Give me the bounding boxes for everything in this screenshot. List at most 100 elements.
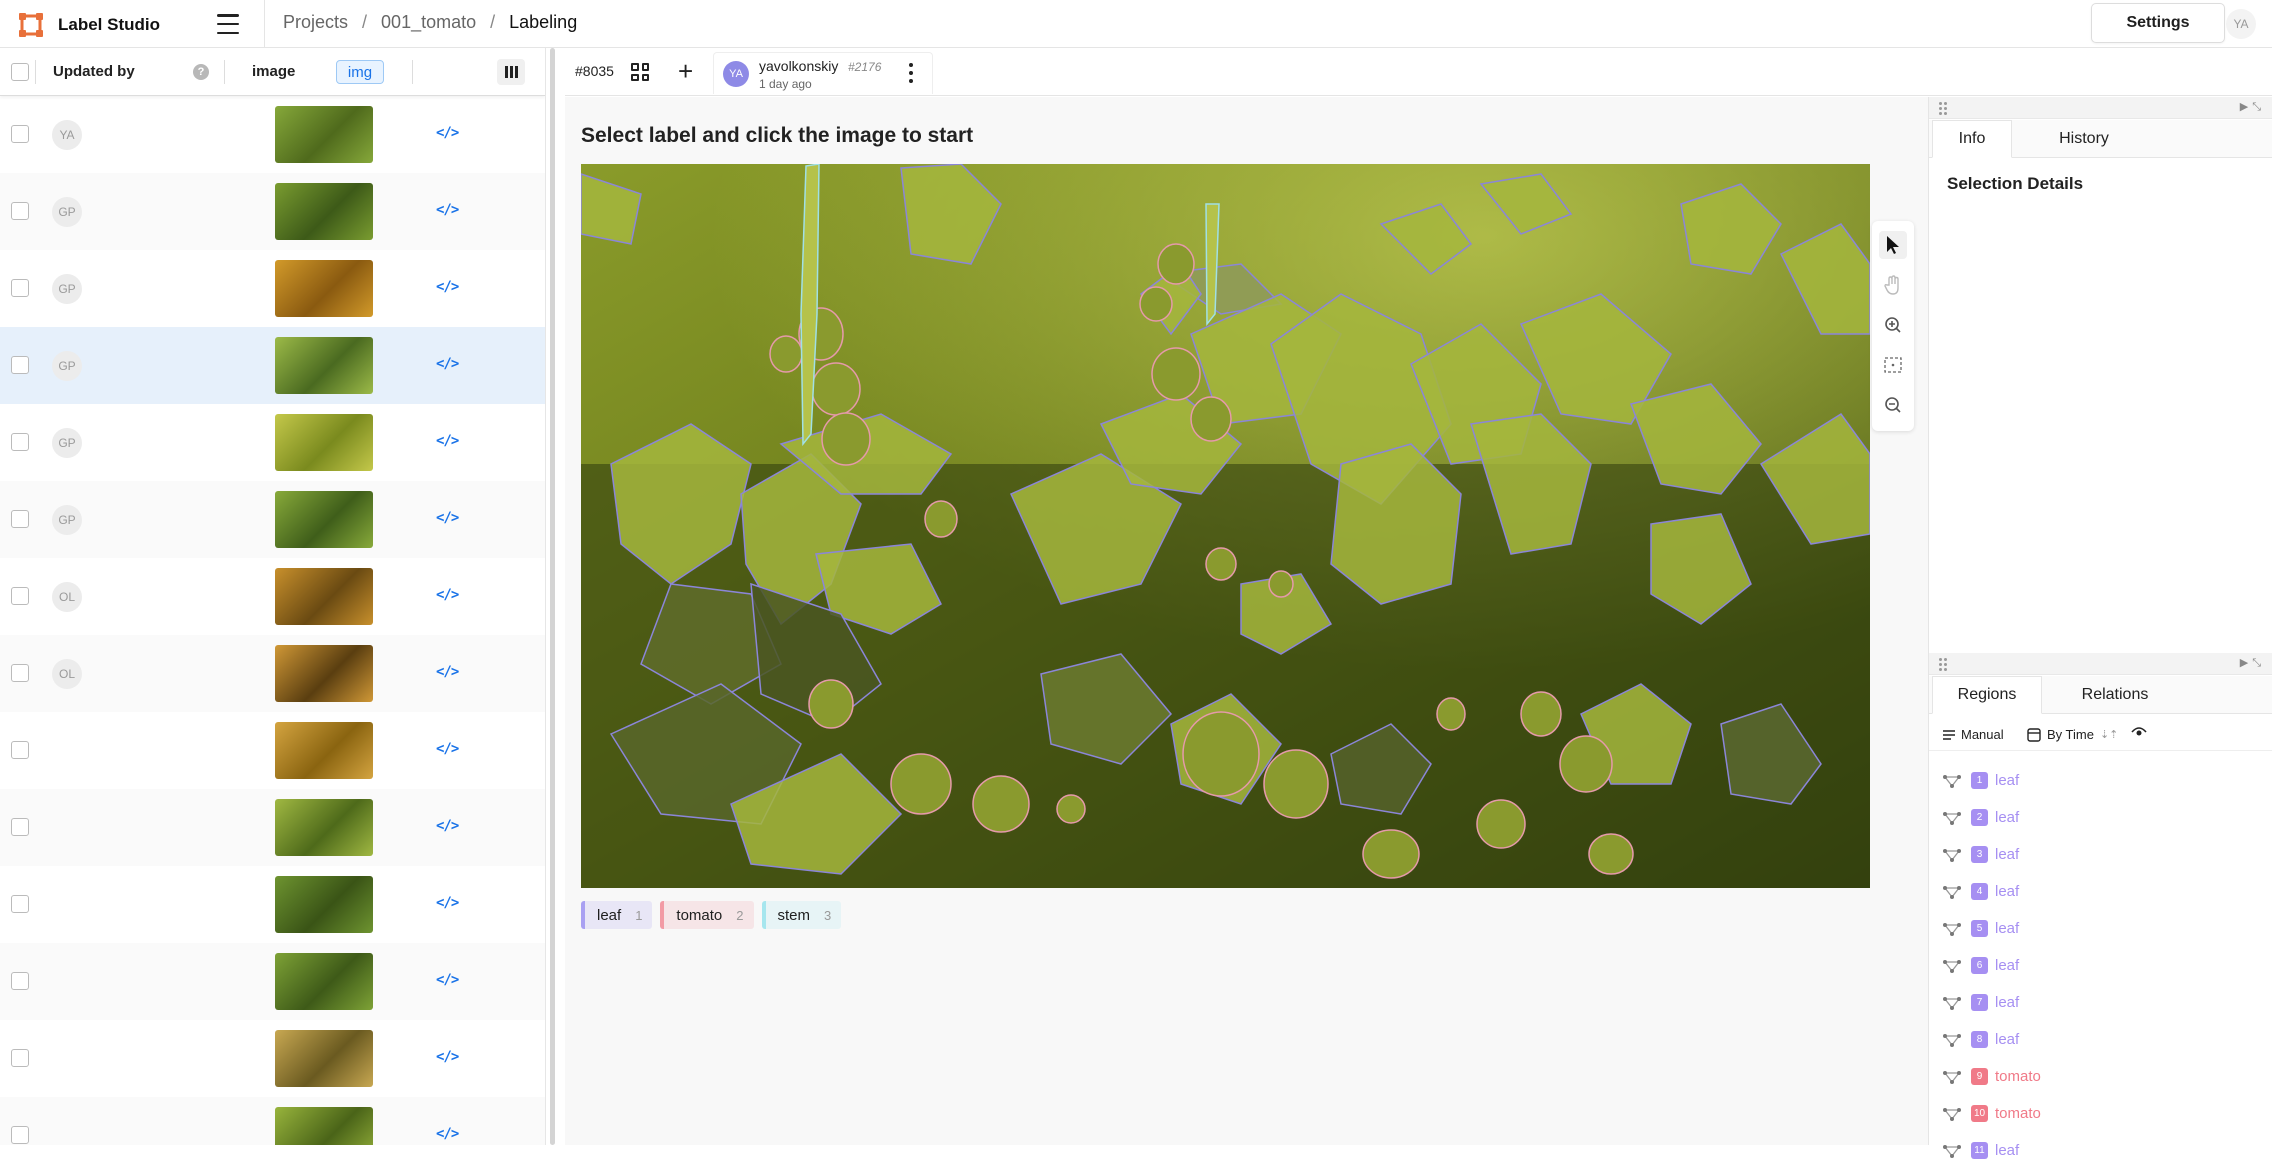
row-checkbox[interactable]: [11, 741, 29, 759]
image-thumbnail[interactable]: [275, 568, 373, 625]
select-all-checkbox[interactable]: [11, 63, 29, 81]
menu-icon[interactable]: [217, 14, 239, 34]
manual-order-button[interactable]: Manual: [1943, 727, 2004, 742]
image-thumbnail[interactable]: [275, 876, 373, 933]
select-tool-icon[interactable]: [1879, 231, 1907, 259]
image-thumbnail[interactable]: [275, 491, 373, 548]
region-item[interactable]: 6 leaf: [1929, 947, 2272, 984]
panel-controls-icon[interactable]: ▶⤡: [2240, 100, 2265, 114]
zoom-out-icon[interactable]: [1879, 391, 1907, 419]
drag-handle-icon[interactable]: [1939, 102, 1947, 115]
help-icon[interactable]: ?: [193, 64, 209, 80]
region-item[interactable]: 4 leaf: [1929, 873, 2272, 910]
grid-view-icon[interactable]: [631, 63, 649, 81]
code-icon[interactable]: </>: [436, 741, 459, 757]
tab-history[interactable]: History: [2029, 120, 2139, 158]
column-header-image[interactable]: image: [252, 63, 295, 80]
annotation-tab[interactable]: YA yavolkonskiy #2176 1 day ago: [713, 52, 933, 94]
image-thumbnail[interactable]: [275, 722, 373, 779]
image-thumbnail[interactable]: [275, 953, 373, 1010]
image-thumbnail[interactable]: [275, 799, 373, 856]
visibility-toggle-icon[interactable]: [2131, 727, 2147, 737]
sort-by-time-button[interactable]: By Time ⇣⇡: [2027, 727, 2118, 742]
columns-toggle-icon[interactable]: [497, 59, 525, 85]
table-row[interactable]: GP </>: [0, 481, 545, 558]
fit-to-screen-icon[interactable]: [1879, 351, 1907, 379]
table-row[interactable]: </>: [0, 1097, 545, 1145]
code-icon[interactable]: </>: [436, 1126, 459, 1142]
panel-header[interactable]: ▶⤡: [1929, 97, 2272, 119]
code-icon[interactable]: </>: [436, 510, 459, 526]
row-checkbox[interactable]: [11, 1049, 29, 1067]
region-item[interactable]: 1 leaf: [1929, 762, 2272, 799]
label-tomato[interactable]: tomato 2: [660, 901, 754, 929]
row-checkbox[interactable]: [11, 510, 29, 528]
region-item[interactable]: 9 tomato: [1929, 1058, 2272, 1095]
region-item[interactable]: 11 leaf: [1929, 1132, 2272, 1169]
tomato-plants-image[interactable]: [581, 164, 1870, 888]
table-row[interactable]: GP </>: [0, 250, 545, 327]
image-thumbnail[interactable]: [275, 1107, 373, 1145]
image-thumbnail[interactable]: [275, 414, 373, 471]
image-thumbnail[interactable]: [275, 337, 373, 394]
add-annotation-icon[interactable]: +: [678, 58, 693, 84]
table-row[interactable]: </>: [0, 1020, 545, 1097]
row-checkbox[interactable]: [11, 664, 29, 682]
code-icon[interactable]: </>: [436, 664, 459, 680]
table-row[interactable]: </>: [0, 789, 545, 866]
region-item[interactable]: 5 leaf: [1929, 910, 2272, 947]
row-checkbox[interactable]: [11, 972, 29, 990]
code-icon[interactable]: </>: [436, 125, 459, 141]
image-thumbnail[interactable]: [275, 645, 373, 702]
region-item[interactable]: 8 leaf: [1929, 1021, 2272, 1058]
code-icon[interactable]: </>: [436, 279, 459, 295]
code-icon[interactable]: </>: [436, 818, 459, 834]
sort-direction-icon[interactable]: ⇣⇡: [2100, 728, 2118, 741]
column-header-updated-by[interactable]: Updated by: [53, 63, 135, 80]
code-icon[interactable]: </>: [436, 433, 459, 449]
row-checkbox[interactable]: [11, 202, 29, 220]
table-row[interactable]: GP </>: [0, 327, 545, 404]
table-row[interactable]: OL </>: [0, 558, 545, 635]
row-checkbox[interactable]: [11, 279, 29, 297]
table-row[interactable]: </>: [0, 712, 545, 789]
code-icon[interactable]: </>: [436, 202, 459, 218]
row-checkbox[interactable]: [11, 356, 29, 374]
code-icon[interactable]: </>: [436, 587, 459, 603]
code-icon[interactable]: </>: [436, 895, 459, 911]
table-row[interactable]: OL </>: [0, 635, 545, 712]
code-icon[interactable]: </>: [436, 972, 459, 988]
row-checkbox[interactable]: [11, 587, 29, 605]
region-item[interactable]: 2 leaf: [1929, 799, 2272, 836]
panel-splitter[interactable]: [545, 48, 565, 1145]
breadcrumb-project[interactable]: 001_tomato: [381, 12, 476, 33]
tab-relations[interactable]: Relations: [2055, 676, 2175, 714]
zoom-in-icon[interactable]: [1879, 311, 1907, 339]
tab-info[interactable]: Info: [1932, 120, 2012, 158]
table-row[interactable]: </>: [0, 866, 545, 943]
panel-header[interactable]: ▶⤡: [1929, 653, 2272, 675]
image-thumbnail[interactable]: [275, 260, 373, 317]
table-row[interactable]: YA </>: [0, 96, 545, 173]
table-row[interactable]: GP </>: [0, 404, 545, 481]
breadcrumb-projects[interactable]: Projects: [283, 12, 348, 33]
app-logo[interactable]: Label Studio: [18, 12, 160, 38]
image-thumbnail[interactable]: [275, 106, 373, 163]
label-stem[interactable]: stem 3: [761, 901, 842, 929]
user-avatar[interactable]: YA: [2226, 9, 2256, 39]
tab-regions[interactable]: Regions: [1932, 676, 2042, 714]
row-checkbox[interactable]: [11, 125, 29, 143]
table-row[interactable]: </>: [0, 943, 545, 1020]
image-thumbnail[interactable]: [275, 1030, 373, 1087]
region-item[interactable]: 3 leaf: [1929, 836, 2272, 873]
label-leaf[interactable]: leaf 1: [581, 901, 653, 929]
row-checkbox[interactable]: [11, 818, 29, 836]
row-checkbox[interactable]: [11, 433, 29, 451]
row-checkbox[interactable]: [11, 895, 29, 913]
code-icon[interactable]: </>: [436, 1049, 459, 1065]
pan-hand-icon[interactable]: [1879, 271, 1907, 299]
region-item[interactable]: 7 leaf: [1929, 984, 2272, 1021]
panel-controls-icon[interactable]: ▶⤡: [2240, 656, 2265, 670]
image-canvas[interactable]: [581, 164, 1870, 888]
code-icon[interactable]: </>: [436, 356, 459, 372]
